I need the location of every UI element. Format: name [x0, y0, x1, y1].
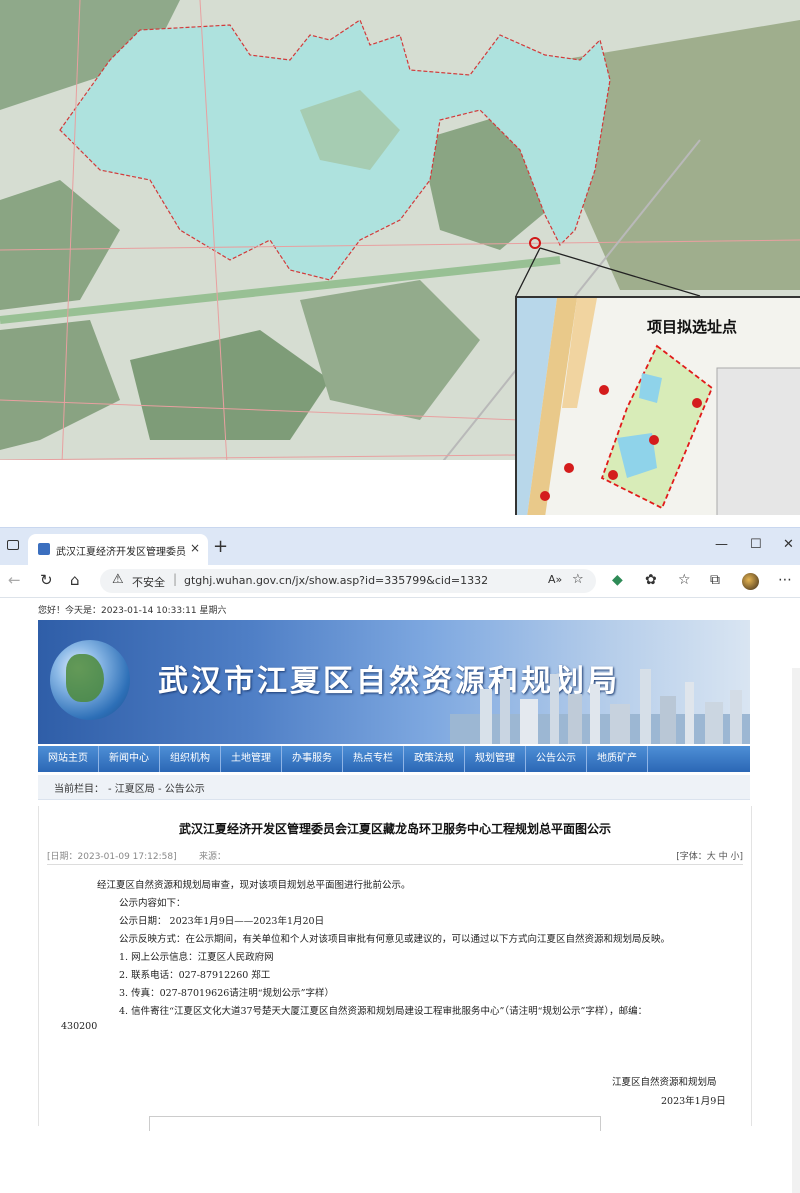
article-title: 武汉江夏经济开发区管理委员会江夏区藏龙岛环卫服务中心工程规划总平面图公示: [178, 822, 611, 836]
nav-news[interactable]: 新闻中心: [99, 746, 160, 772]
nav-organization[interactable]: 组织机构: [160, 746, 221, 772]
article-line: 1. 网上公示信息：江夏区人民政府网: [119, 952, 274, 963]
nav-policies[interactable]: 政策法规: [404, 746, 465, 772]
nav-planning[interactable]: 规划管理: [465, 746, 526, 772]
tab-title: 武汉江夏经济开发区管理委员会: [56, 547, 186, 558]
article-line: 公示反映方式：在公示期间，有关单位和个人对该项目审批有何意见或建议的，可以通过以…: [119, 934, 671, 945]
scrollbar[interactable]: [792, 668, 800, 1193]
article-line: 2. 联系电话：027-87912260 郑工: [119, 970, 271, 981]
article-date: [日期：2023-01-09 17:12:58]: [47, 852, 177, 862]
divider: [47, 864, 743, 865]
web-page: 您好！今天是：2023-01-14 10:33:11 星期六 武汉市江夏区自然资…: [0, 598, 800, 1193]
security-status[interactable]: 不安全: [132, 574, 165, 590]
favorites-icon[interactable]: ☆: [678, 572, 691, 588]
tab-active[interactable]: 武汉江夏经济开发区管理委员会 ×: [28, 534, 208, 565]
font-size-control[interactable]: [字体：大 中 小]: [676, 849, 743, 862]
attachment-frame: [149, 1116, 601, 1131]
article-line: 4. 信件寄往“江夏区文化大道37号楚天大厦江夏区自然资源和规划局建设工程审批服…: [119, 1006, 648, 1017]
workspaces-icon[interactable]: [7, 540, 19, 550]
globe-logo-icon: [50, 640, 130, 720]
maximize-button[interactable]: ☐: [750, 537, 762, 552]
nav-home[interactable]: 网站主页: [38, 746, 99, 772]
nav-announcements[interactable]: 公告公示: [526, 746, 587, 772]
close-tab-icon[interactable]: ×: [190, 541, 200, 555]
address-toolbar: ← ↻ ⌂ ⚠ 不安全 | gtghj.wuhan.gov.cn/jx/show…: [0, 565, 800, 598]
address-bar[interactable]: ⚠ 不安全 | gtghj.wuhan.gov.cn/jx/show.asp?i…: [100, 569, 596, 593]
site-inset-map: 项目拟选址点: [515, 296, 800, 515]
url-text[interactable]: gtghj.wuhan.gov.cn/jx/show.asp?id=335799…: [184, 574, 488, 587]
separator: |: [173, 572, 178, 586]
site-location-map: 项目拟选址点: [0, 0, 800, 515]
breadcrumb-path[interactable]: - 江夏区局 - 公告公示: [108, 780, 205, 795]
close-window-button[interactable]: ✕: [783, 537, 794, 552]
article-body: 武汉江夏经济开发区管理委员会江夏区藏龙岛环卫服务中心工程规划总平面图公示 [日期…: [38, 806, 752, 1131]
article-line: 公示内容如下：: [119, 898, 186, 909]
warning-icon[interactable]: ⚠: [112, 572, 124, 587]
project-site-label: 项目拟选址点: [647, 318, 738, 336]
site-favicon-icon: [38, 543, 50, 555]
extensions-puzzle-icon[interactable]: ✿: [645, 572, 657, 588]
browser-window: 武汉江夏经济开发区管理委员会 × + — ☐ ✕ ← ↻ ⌂ ⚠ 不安全 | g…: [0, 527, 800, 1193]
main-nav: 网站主页 新闻中心 组织机构 土地管理 办事服务 热点专栏 政策法规 规划管理 公告公示 地质矿产: [38, 746, 750, 772]
article-line: 公示日期： 2023年1月9日——2023年1月20日: [119, 916, 325, 927]
article-source: 来源：: [199, 852, 227, 862]
site-banner: 武汉市江夏区自然资源和规划局: [38, 620, 750, 744]
breadcrumb-label: 当前栏目：: [54, 784, 104, 795]
minimize-button[interactable]: —: [715, 537, 728, 552]
read-aloud-icon[interactable]: A»: [548, 573, 562, 586]
city-skyline-image: [450, 669, 750, 744]
nav-land[interactable]: 土地管理: [221, 746, 282, 772]
nav-hot-topics[interactable]: 热点专栏: [343, 746, 404, 772]
nav-geology[interactable]: 地质矿产: [587, 746, 648, 772]
home-icon[interactable]: ⌂: [70, 571, 80, 589]
signature-org: 江夏区自然资源和规划局: [612, 1077, 717, 1088]
collections-icon[interactable]: ⧉: [710, 572, 720, 588]
refresh-icon[interactable]: ↻: [40, 571, 53, 589]
favorite-star-icon[interactable]: ☆: [572, 572, 584, 587]
signature-date: 2023年1月9日: [661, 1096, 726, 1107]
article-line: 经江夏区自然资源和规划局审查，现对该项目规划总平面图进行批前公示。: [97, 880, 411, 891]
tab-bar: 武汉江夏经济开发区管理委员会 × + — ☐ ✕: [0, 528, 800, 565]
more-menu-icon[interactable]: ⋯: [778, 572, 792, 588]
breadcrumb: 当前栏目： - 江夏区局 - 公告公示: [38, 775, 750, 800]
extension-icon[interactable]: ◆: [612, 572, 623, 588]
profile-avatar[interactable]: [742, 573, 759, 590]
back-arrow-icon[interactable]: ←: [8, 571, 21, 589]
article-line: 430200: [61, 1021, 98, 1032]
article-line: 3. 传真：027-87019626请注明“规划公示”字样）: [119, 988, 334, 999]
date-greeting: 您好！今天是：2023-01-14 10:33:11 星期六: [38, 606, 227, 616]
new-tab-button[interactable]: +: [213, 536, 228, 557]
nav-services[interactable]: 办事服务: [282, 746, 343, 772]
